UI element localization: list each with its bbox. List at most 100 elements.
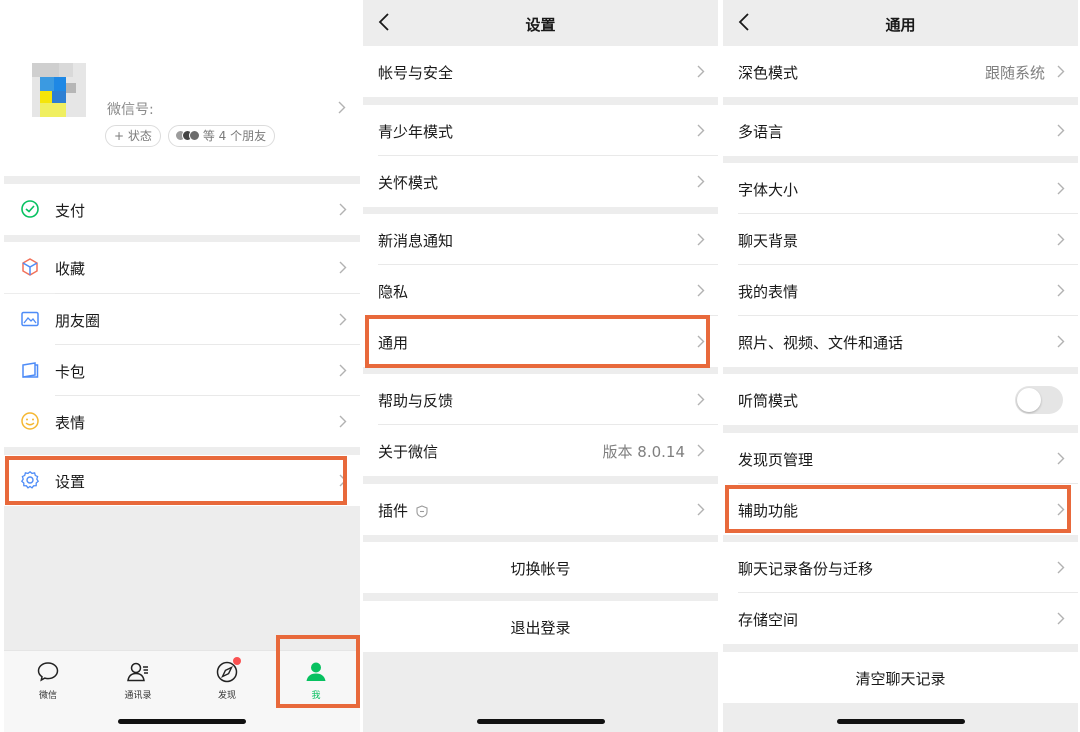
chevron-right-icon bbox=[1057, 182, 1065, 195]
chevron-right-icon bbox=[697, 175, 705, 188]
chevron-right-icon bbox=[697, 284, 705, 297]
chevron-right-icon bbox=[697, 503, 705, 516]
highlight-box-me-tab bbox=[276, 635, 360, 708]
general-item-media-files-calls[interactable]: 照片、视频、文件和通话 bbox=[723, 316, 1078, 367]
tab-label: 发现 bbox=[217, 691, 236, 701]
general-item-label: 聊天背景 bbox=[738, 232, 799, 250]
page-title: 通用 bbox=[885, 16, 916, 34]
menu-item-label: 表情 bbox=[55, 414, 86, 432]
chat-icon bbox=[37, 662, 59, 682]
moments-icon bbox=[21, 311, 39, 327]
general-item-dark-mode[interactable]: 深色模式 跟随系统 bbox=[723, 46, 1078, 97]
clear-chat-history-button[interactable]: 清空聊天记录 bbox=[723, 652, 1078, 703]
cards-icon bbox=[22, 362, 39, 378]
general-item-discover-management[interactable]: 发现页管理 bbox=[723, 433, 1078, 484]
discover-badge bbox=[233, 657, 241, 665]
friend-avatars-icon bbox=[175, 127, 200, 147]
chevron-right-icon bbox=[697, 444, 705, 457]
tab-discover[interactable]: 发现 bbox=[197, 657, 257, 701]
clear-chat-label: 清空聊天记录 bbox=[855, 670, 946, 688]
general-item-label: 照片、视频、文件和通话 bbox=[738, 334, 904, 352]
settings-item-plugins[interactable]: 插件 bbox=[363, 484, 718, 535]
settings-item-label: 隐私 bbox=[378, 283, 409, 301]
chevron-right-icon bbox=[339, 203, 347, 216]
general-item-font-size[interactable]: 字体大小 bbox=[723, 163, 1078, 214]
highlight-box-settings bbox=[5, 456, 347, 505]
settings-item-help-feedback[interactable]: 帮助与反馈 bbox=[363, 374, 718, 425]
chevron-right-icon bbox=[1057, 65, 1065, 78]
tab-label: 通讯录 bbox=[124, 691, 152, 701]
chevron-right-icon bbox=[339, 313, 347, 326]
settings-item-label: 帐号与安全 bbox=[378, 64, 454, 82]
me-screen: 微信号: + 状态 等 4 个朋友 支付 收藏 朋友圈 卡包 表情 设置 微信 … bbox=[4, 0, 360, 732]
tab-contacts[interactable]: 通讯录 bbox=[108, 659, 168, 701]
tab-chats[interactable]: 微信 bbox=[18, 659, 78, 701]
pay-icon bbox=[21, 200, 39, 218]
chevron-right-icon bbox=[1057, 612, 1065, 625]
friends-status-pill[interactable]: 等 4 个朋友 bbox=[168, 125, 276, 147]
menu-item-favorites[interactable]: 收藏 bbox=[4, 242, 360, 293]
menu-item-pay[interactable]: 支付 bbox=[4, 184, 360, 235]
chevron-right-icon bbox=[339, 261, 347, 274]
menu-item-label: 朋友圈 bbox=[55, 312, 101, 330]
settings-item-label-wrap: 插件 bbox=[378, 500, 428, 521]
settings-item-account-security[interactable]: 帐号与安全 bbox=[363, 46, 718, 97]
menu-item-moments[interactable]: 朋友圈 bbox=[4, 294, 360, 345]
wechat-id-label: 微信号: bbox=[107, 102, 154, 118]
general-item-label: 多语言 bbox=[738, 123, 784, 141]
general-item-my-stickers[interactable]: 我的表情 bbox=[723, 265, 1078, 316]
menu-item-cards[interactable]: 卡包 bbox=[4, 345, 360, 396]
dark-mode-value: 跟随系统 bbox=[984, 64, 1045, 82]
home-indicator bbox=[118, 719, 246, 724]
profile-card[interactable]: 微信号: + 状态 等 4 个朋友 bbox=[4, 0, 360, 176]
screens-container: 微信号: + 状态 等 4 个朋友 支付 收藏 朋友圈 卡包 表情 设置 微信 … bbox=[0, 0, 1080, 732]
avatar[interactable] bbox=[32, 63, 86, 117]
settings-item-label: 关怀模式 bbox=[378, 174, 439, 192]
menu-item-label: 收藏 bbox=[55, 260, 86, 278]
page-title: 设置 bbox=[525, 16, 556, 34]
chevron-right-icon bbox=[697, 124, 705, 137]
general-item-storage[interactable]: 存储空间 bbox=[723, 593, 1078, 644]
settings-item-teen-mode[interactable]: 青少年模式 bbox=[363, 105, 718, 156]
settings-item-privacy[interactable]: 隐私 bbox=[363, 265, 718, 316]
general-item-language[interactable]: 多语言 bbox=[723, 105, 1078, 156]
navbar: 设置 bbox=[363, 0, 718, 45]
chevron-right-icon bbox=[338, 101, 346, 114]
home-indicator bbox=[836, 719, 965, 724]
navbar: 通用 bbox=[723, 0, 1078, 45]
menu-item-stickers[interactable]: 表情 bbox=[4, 396, 360, 447]
settings-item-notifications[interactable]: 新消息通知 bbox=[363, 214, 718, 265]
general-screen: 通用 深色模式 跟随系统 多语言 字体大小 聊天背景 我的表情 照片、视频、文件… bbox=[723, 0, 1078, 732]
general-item-label: 发现页管理 bbox=[738, 451, 814, 469]
logout-button[interactable]: 退出登录 bbox=[363, 601, 718, 652]
switch-account-button[interactable]: 切换帐号 bbox=[363, 542, 718, 593]
chevron-right-icon bbox=[339, 415, 347, 428]
chevron-right-icon bbox=[1057, 233, 1065, 246]
settings-item-label: 帮助与反馈 bbox=[378, 392, 454, 410]
chevron-right-icon bbox=[697, 393, 705, 406]
chevron-right-icon bbox=[339, 364, 347, 377]
settings-item-care-mode[interactable]: 关怀模式 bbox=[363, 156, 718, 207]
general-item-earpiece-mode: 听筒模式 bbox=[723, 374, 1078, 425]
settings-screen: 设置 帐号与安全 青少年模式 关怀模式 新消息通知 隐私 通用 帮助与反馈 关于… bbox=[363, 0, 718, 732]
general-item-chat-backup[interactable]: 聊天记录备份与迁移 bbox=[723, 542, 1078, 593]
version-value: 版本 8.0.14 bbox=[602, 443, 685, 461]
general-item-label: 我的表情 bbox=[738, 283, 799, 301]
settings-item-label: 新消息通知 bbox=[378, 232, 454, 250]
contacts-icon bbox=[127, 662, 148, 682]
chevron-right-icon bbox=[697, 65, 705, 78]
settings-item-about[interactable]: 关于微信 版本 8.0.14 bbox=[363, 425, 718, 476]
settings-item-label: 关于微信 bbox=[378, 443, 439, 461]
sticker-icon bbox=[21, 412, 39, 430]
general-item-chat-background[interactable]: 聊天背景 bbox=[723, 214, 1078, 265]
general-item-label: 听筒模式 bbox=[738, 392, 799, 410]
highlight-box-accessibility bbox=[725, 485, 1071, 533]
switch-account-label: 切换帐号 bbox=[510, 560, 571, 578]
tab-label: 微信 bbox=[38, 691, 57, 701]
add-status-button[interactable]: + 状态 bbox=[105, 125, 161, 147]
earpiece-mode-toggle[interactable] bbox=[1015, 386, 1063, 414]
settings-item-label: 插件 bbox=[378, 502, 409, 520]
chevron-right-icon bbox=[697, 233, 705, 246]
chevron-right-icon bbox=[1057, 561, 1065, 574]
friends-text: 等 4 个朋友 bbox=[202, 129, 267, 143]
